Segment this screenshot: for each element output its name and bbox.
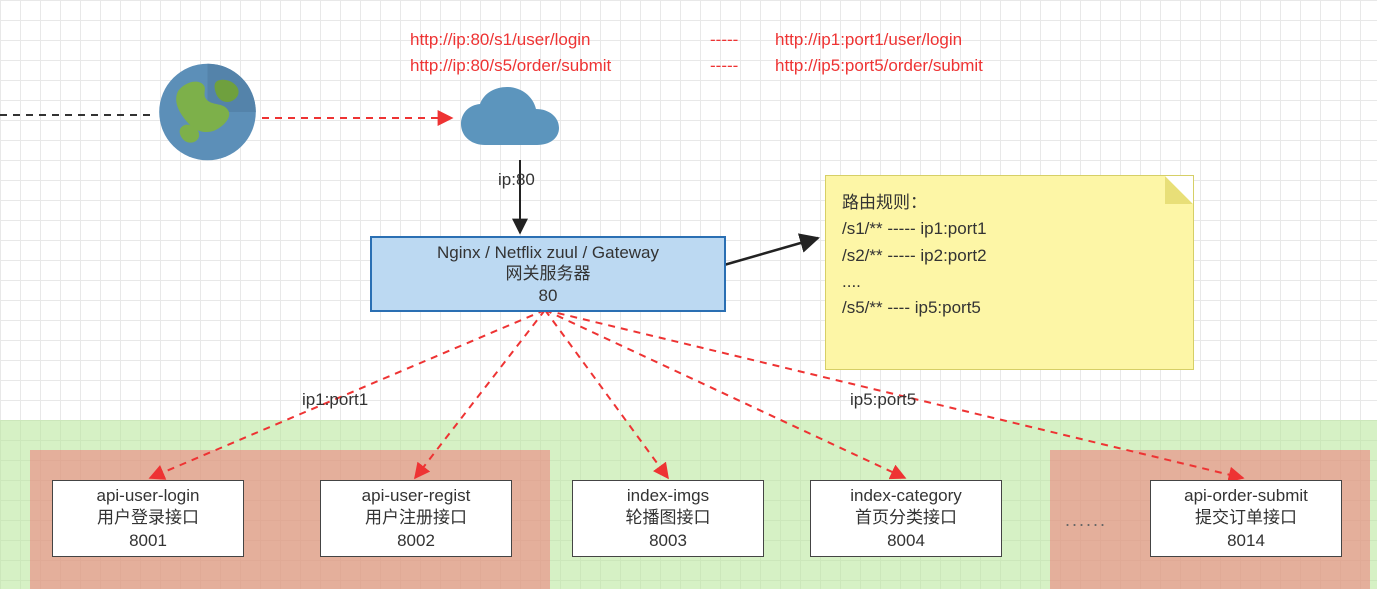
gateway-box: Nginx / Netflix zuul / Gateway 网关服务器 80: [370, 236, 726, 312]
service-index-category: index-category 首页分类接口 8004: [810, 480, 1002, 557]
services-ellipsis: ......: [1065, 510, 1107, 531]
service-desc: 轮播图接口: [626, 507, 711, 529]
edge-label-ip1: ip1:port1: [302, 390, 368, 410]
edge-label-ip5: ip5:port5: [850, 390, 916, 410]
gateway-tech: Nginx / Netflix zuul / Gateway: [437, 242, 659, 263]
note-rule-5: /s5/** ---- ip5:port5: [842, 295, 1177, 321]
service-port: 8003: [649, 530, 687, 552]
service-port: 8004: [887, 530, 925, 552]
url-after-1: http://ip1:port1/user/login: [775, 30, 962, 50]
service-desc: 提交订单接口: [1195, 507, 1297, 529]
service-name: api-user-regist: [362, 485, 471, 507]
service-name: index-imgs: [627, 485, 709, 507]
service-desc: 用户注册接口: [365, 507, 467, 529]
gateway-title: 网关服务器: [506, 263, 591, 284]
service-name: index-category: [850, 485, 962, 507]
cloud-icon: [455, 85, 565, 162]
url-after-2: http://ip5:port5/order/submit: [775, 56, 983, 76]
service-port: 8002: [397, 530, 435, 552]
service-name: api-order-submit: [1184, 485, 1308, 507]
url-dash-1: -----: [710, 30, 738, 50]
cloud-address-label: ip:80: [498, 170, 535, 190]
note-title: 路由规则：: [842, 190, 1177, 216]
url-before-1: http://ip:80/s1/user/login: [410, 30, 591, 50]
service-desc: 用户登录接口: [97, 507, 199, 529]
service-api-order-submit: api-order-submit 提交订单接口 8014: [1150, 480, 1342, 557]
globe-icon: [155, 58, 260, 171]
note-rule-ellipsis: ....: [842, 269, 1177, 295]
url-dash-2: -----: [710, 56, 738, 76]
url-before-2: http://ip:80/s5/order/submit: [410, 56, 611, 76]
service-port: 8014: [1227, 530, 1265, 552]
routing-rules-note: 路由规则： /s1/** ----- ip1:port1 /s2/** ----…: [825, 175, 1194, 370]
service-api-user-regist: api-user-regist 用户注册接口 8002: [320, 480, 512, 557]
note-rule-2: /s2/** ----- ip2:port2: [842, 243, 1177, 269]
service-port: 8001: [129, 530, 167, 552]
service-api-user-login: api-user-login 用户登录接口 8001: [52, 480, 244, 557]
note-rule-1: /s1/** ----- ip1:port1: [842, 216, 1177, 242]
service-desc: 首页分类接口: [855, 507, 957, 529]
service-index-imgs: index-imgs 轮播图接口 8003: [572, 480, 764, 557]
gateway-port: 80: [539, 285, 558, 306]
service-name: api-user-login: [97, 485, 200, 507]
